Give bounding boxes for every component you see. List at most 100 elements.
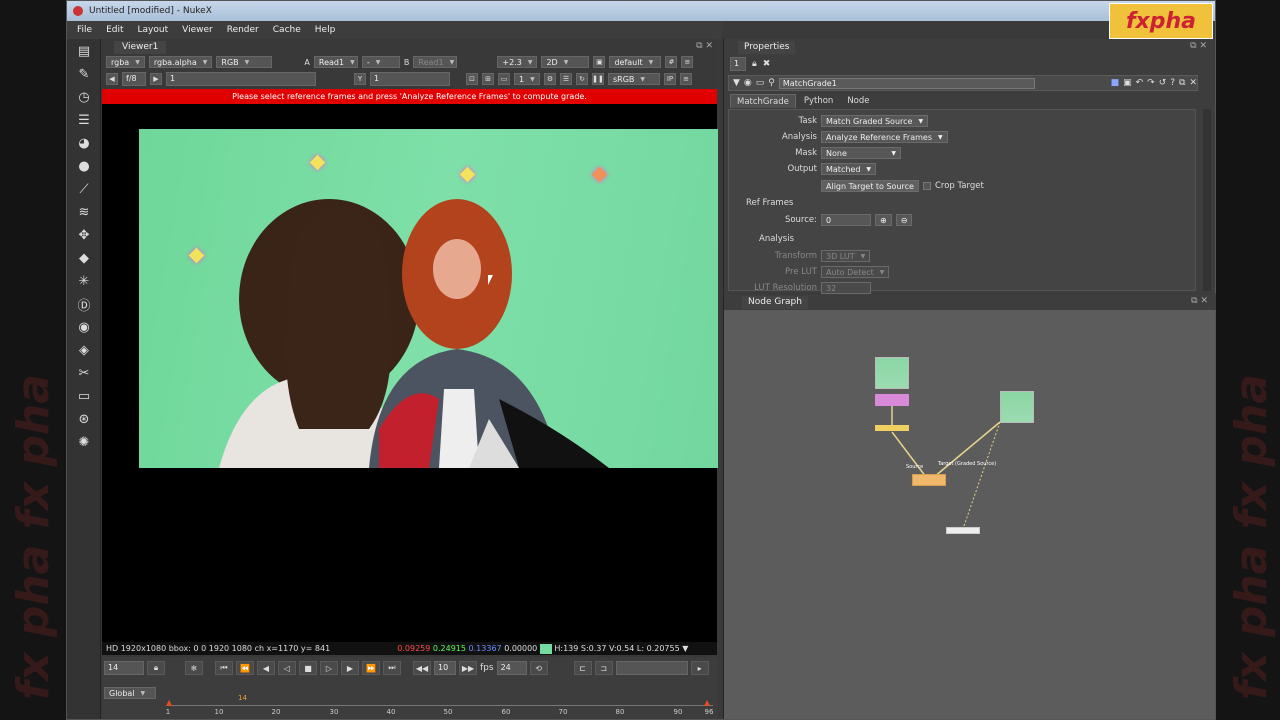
grid-icon[interactable]: # — [665, 56, 678, 68]
viewer-node[interactable] — [946, 527, 980, 534]
display-dropdown[interactable]: sRGB ▼ — [608, 73, 660, 85]
ip-icon[interactable]: IP — [664, 73, 676, 85]
last-frame-icon[interactable]: ⏭ — [383, 661, 401, 675]
tab-matchgrade[interactable]: MatchGrade — [730, 94, 796, 108]
wipe-icon[interactable]: ⊞ — [482, 73, 494, 85]
lock-icon[interactable]: 🔒︎ — [147, 661, 165, 675]
play-forward-icon[interactable]: ▷ — [320, 661, 338, 675]
node-name-field[interactable]: MatchGrade1 — [778, 77, 1035, 89]
color-chip-icon[interactable]: ■ — [1111, 78, 1120, 88]
roi-icon[interactable]: ⊡ — [466, 73, 478, 85]
deep-tool-icon[interactable]: Ⓓ — [70, 293, 98, 315]
fps-field[interactable]: 24 — [496, 661, 527, 675]
properties-scrollbar[interactable] — [1203, 109, 1211, 291]
scope-dropdown[interactable]: Global ▼ — [104, 687, 156, 699]
3d-tool-icon[interactable]: ◆ — [70, 247, 98, 269]
channels-dropdown[interactable]: rgba ▼ — [106, 56, 145, 68]
ocula-tool-icon[interactable]: ✺ — [70, 431, 98, 453]
play-options-icon[interactable]: ❄ — [185, 661, 203, 675]
tab-python[interactable]: Python — [798, 94, 839, 108]
tab-properties[interactable]: Properties — [738, 41, 796, 54]
node-graph-panel[interactable]: Node Graph ⧉ ✕ Source Target (Graded Sou… — [723, 294, 1216, 719]
furnace-tool-icon[interactable]: ⊛ — [70, 408, 98, 430]
other-tool-icon[interactable]: ▭ — [70, 385, 98, 407]
menu-render[interactable]: Render — [227, 25, 259, 35]
alpha-dropdown[interactable]: rgba.alpha ▼ — [148, 56, 213, 68]
lock-panel-icon[interactable]: 🔒︎ — [752, 59, 757, 69]
source-field[interactable]: 0 — [821, 214, 871, 226]
blend-dropdown[interactable]: - ▼ — [361, 56, 400, 68]
channel-tool-icon[interactable]: ☰ — [70, 109, 98, 131]
next-keyframe-icon[interactable]: ⏩ — [362, 661, 380, 675]
timeline-ruler[interactable]: 1 10 20 30 40 50 60 70 80 90 96 14 ▲ ▲ — [166, 694, 714, 719]
gamma-slider[interactable]: 1 — [370, 72, 450, 86]
add-frame-button[interactable]: ⊕ — [875, 214, 892, 226]
float-panel-icon[interactable]: ⧉ — [1179, 78, 1185, 88]
a-input-dropdown[interactable]: Read1 ▼ — [313, 56, 358, 68]
colorspace-dropdown[interactable]: RGB ▼ — [216, 56, 273, 68]
tab-node[interactable]: Node — [841, 94, 875, 108]
stop-icon[interactable]: ■ — [299, 661, 317, 675]
next-frame-icon[interactable]: ▶ — [341, 661, 359, 675]
draw-tool-icon[interactable]: ✎ — [70, 63, 98, 85]
menu-viewer[interactable]: Viewer — [182, 25, 213, 35]
matchgrade-node[interactable] — [912, 474, 946, 486]
refresh-icon[interactable]: ↻ — [576, 73, 588, 85]
menu-file[interactable]: File — [77, 25, 92, 35]
time-tool-icon[interactable]: ◷ — [70, 86, 98, 108]
menu-cache[interactable]: Cache — [273, 25, 301, 35]
transform-dropdown[interactable]: 3D LUT ▼ — [821, 250, 871, 262]
read-node-target[interactable] — [1000, 391, 1034, 423]
first-frame-icon[interactable]: ⏮ — [215, 661, 233, 675]
keyer-tool-icon[interactable]: ⟋ — [70, 178, 98, 200]
align-target-button[interactable]: Align Target to Source — [821, 180, 919, 192]
particles-tool-icon[interactable]: ✳ — [70, 270, 98, 292]
viewer-panel-controls[interactable]: ⧉ ✕ — [696, 41, 713, 51]
revert-icon[interactable]: ↺ — [1159, 78, 1167, 88]
float-icon[interactable]: ▭ — [756, 78, 765, 88]
views-tool-icon[interactable]: ◉ — [70, 316, 98, 338]
menu-help[interactable]: Help — [315, 25, 336, 35]
outpoint-icon[interactable]: ⊐ — [594, 661, 613, 675]
colorcorrect-node[interactable] — [875, 394, 909, 406]
collapse-icon[interactable]: ▼ — [733, 78, 740, 88]
range-field[interactable] — [615, 661, 688, 675]
filter-tool-icon[interactable]: ● — [70, 155, 98, 177]
proxy-dropdown[interactable]: 1 ▼ — [514, 73, 540, 85]
step-field[interactable]: 10 — [434, 661, 456, 675]
prev-keyframe-icon[interactable]: ⏪ — [236, 661, 254, 675]
output-dropdown[interactable]: Matched ▼ — [821, 163, 877, 175]
settings-icon[interactable]: ⚙ — [544, 73, 556, 85]
undo-icon[interactable]: ↶ — [1136, 78, 1144, 88]
pause-icon[interactable]: ❚❚ — [592, 73, 604, 85]
mask-dropdown[interactable]: None ▼ — [821, 147, 901, 159]
crop-target-checkbox[interactable] — [922, 182, 931, 190]
merge-tool-icon[interactable]: ≋ — [70, 201, 98, 223]
left-arrow-icon[interactable]: ◀ — [106, 73, 118, 85]
right-arrow-icon[interactable]: ▶ — [150, 73, 162, 85]
options-icon[interactable]: ≡ — [680, 73, 692, 85]
viewer-canvas[interactable] — [102, 104, 718, 642]
transform-tool-icon[interactable]: ✥ — [70, 224, 98, 246]
grade-node[interactable] — [875, 425, 909, 431]
menu-edit[interactable]: Edit — [106, 25, 123, 35]
tab-viewer1[interactable]: Viewer1 — [114, 41, 167, 54]
info-dropdown-icon[interactable]: ▼ — [682, 644, 688, 653]
inpoint-icon[interactable]: ⊏ — [573, 661, 592, 675]
close-node-icon[interactable]: ✕ — [1189, 78, 1197, 88]
read-node-source[interactable] — [875, 357, 909, 389]
properties-panel-controls[interactable]: ⧉ ✕ — [1190, 41, 1207, 51]
color-tool-icon[interactable]: ◕ — [70, 132, 98, 154]
prev-frame-icon[interactable]: ◀ — [257, 661, 275, 675]
play-backward-icon[interactable]: ◁ — [278, 661, 296, 675]
menu-layout[interactable]: Layout — [138, 25, 169, 35]
analysis-dropdown[interactable]: Analyze Reference Frames ▼ — [821, 131, 948, 143]
remove-frame-button[interactable]: ⊖ — [895, 214, 913, 226]
metadata-tool-icon[interactable]: ◈ — [70, 339, 98, 361]
menu-lines-icon[interactable]: ≡ — [681, 56, 694, 68]
range-arrow-icon[interactable]: ▸ — [690, 661, 709, 675]
skip-forward-icon[interactable]: ▶▶ — [459, 661, 477, 675]
task-dropdown[interactable]: Match Graded Source ▼ — [821, 115, 929, 127]
frame-field[interactable]: 14 — [104, 661, 144, 675]
gain-dropdown[interactable]: +2.3 ▼ — [497, 56, 538, 68]
